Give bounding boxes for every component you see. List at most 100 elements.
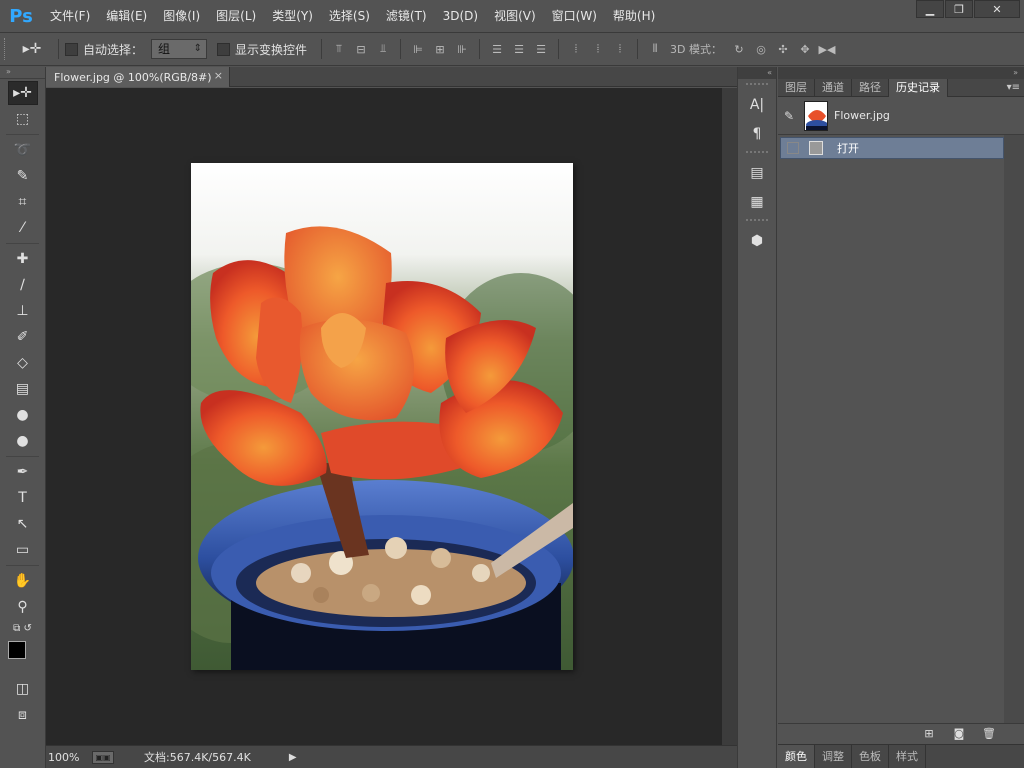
menu-help[interactable]: 帮助(H) xyxy=(605,0,663,32)
align-left-icon[interactable]: ⊫ xyxy=(407,38,429,60)
status-menu-arrow-icon[interactable]: ▶ xyxy=(289,752,297,763)
menu-window[interactable]: 窗口(W) xyxy=(544,0,605,32)
tab-channels[interactable]: 通道 xyxy=(815,79,852,97)
3d-slide-icon[interactable]: ✥ xyxy=(794,38,816,60)
quick-mask-icon[interactable]: ◫ xyxy=(8,677,38,701)
distribute-bottom-icon[interactable]: ☰ xyxy=(530,38,552,60)
lasso-tool-icon[interactable]: ➰ xyxy=(8,138,38,162)
tab-styles[interactable]: 样式 xyxy=(889,745,926,768)
pen-tool-icon[interactable]: ✒ xyxy=(8,460,38,484)
quick-select-tool-icon[interactable]: ✎ xyxy=(8,164,38,188)
minimize-button[interactable]: ▁ xyxy=(916,0,944,18)
tab-swatches[interactable]: 色板 xyxy=(852,745,889,768)
info-panel-icon[interactable]: ▤ xyxy=(743,160,771,186)
history-scrollbar[interactable] xyxy=(1004,135,1024,723)
paragraph-panel-icon[interactable]: ¶ xyxy=(743,121,771,147)
character-panel-icon[interactable]: A| xyxy=(743,92,771,118)
rectangle-tool-icon[interactable]: ▭ xyxy=(8,538,38,562)
type-tool-icon[interactable]: T xyxy=(8,486,38,510)
history-brush-source-icon[interactable]: ✎ xyxy=(784,109,800,123)
divider xyxy=(58,39,59,59)
move-tool-icon[interactable]: ▸✛ xyxy=(7,81,38,105)
healing-brush-tool-icon[interactable]: ✚ xyxy=(8,247,38,271)
gradient-tool-icon[interactable]: ▤ xyxy=(8,377,38,401)
document-image[interactable] xyxy=(191,163,573,670)
3d-roll-icon[interactable]: ◎ xyxy=(750,38,772,60)
clone-stamp-tool-icon[interactable]: ⊥ xyxy=(8,299,38,323)
move-tool-icon[interactable]: ▸✛ xyxy=(12,37,52,61)
menu-edit[interactable]: 编辑(E) xyxy=(98,0,155,32)
close-tab-icon[interactable]: × xyxy=(214,69,223,82)
canvas-area[interactable] xyxy=(46,88,722,745)
auto-select-checkbox[interactable] xyxy=(65,42,78,56)
strip-collapse-icon[interactable]: « xyxy=(738,67,776,79)
screen-mode-icon[interactable]: ⧈ xyxy=(8,703,38,727)
distribute-right-icon[interactable]: ⦙ xyxy=(609,38,631,60)
show-transform-checkbox[interactable] xyxy=(217,42,231,56)
strip-grip[interactable] xyxy=(746,151,768,157)
history-item-open[interactable]: 打开 xyxy=(780,137,1004,159)
menu-filter[interactable]: 滤镜(T) xyxy=(378,0,435,32)
color-swatches[interactable] xyxy=(6,639,40,673)
align-hcenter-icon[interactable]: ⊞ xyxy=(429,38,451,60)
auto-align-icon[interactable]: ⫴ xyxy=(644,38,666,60)
menu-select[interactable]: 选择(S) xyxy=(321,0,378,32)
canvas-vertical-scrollbar[interactable] xyxy=(722,88,737,745)
distribute-left-icon[interactable]: ⦙ xyxy=(565,38,587,60)
tab-paths[interactable]: 路径 xyxy=(852,79,889,97)
strip-grip[interactable] xyxy=(746,83,768,89)
distribute-vcenter-icon[interactable]: ☰ xyxy=(508,38,530,60)
zoom-level[interactable]: 100% xyxy=(46,751,92,764)
foreground-color[interactable] xyxy=(7,641,26,659)
tab-layers[interactable]: 图层 xyxy=(778,79,815,97)
3d-scale-icon[interactable]: ▶◀ xyxy=(816,38,838,60)
menu-layer[interactable]: 图层(L) xyxy=(208,0,264,32)
align-top-icon[interactable]: ⫪ xyxy=(328,38,350,60)
crop-tool-icon[interactable]: ⌗ xyxy=(8,190,38,214)
align-bottom-icon[interactable]: ⫫ xyxy=(372,38,394,60)
auto-select-dropdown[interactable]: 组 xyxy=(151,39,208,59)
close-button[interactable]: ✕ xyxy=(974,0,1020,18)
marquee-tool-icon[interactable]: ⬚ xyxy=(8,107,38,131)
path-select-tool-icon[interactable]: ↖ xyxy=(8,512,38,536)
eyedropper-tool-icon[interactable]: ⁄ xyxy=(8,216,38,240)
blur-tool-icon[interactable]: ● xyxy=(8,403,38,427)
dodge-tool-icon[interactable]: ● xyxy=(8,429,38,453)
distribute-hcenter-icon[interactable]: ⦙ xyxy=(587,38,609,60)
status-preview-icon[interactable]: ▣▣ xyxy=(92,750,114,764)
align-vcenter-icon[interactable]: ⊟ xyxy=(350,38,372,60)
menu-view[interactable]: 视图(V) xyxy=(486,0,544,32)
eraser-tool-icon[interactable]: ◇ xyxy=(8,351,38,375)
3d-rotate-icon[interactable]: ↻ xyxy=(728,38,750,60)
delete-trash-icon[interactable]: 🗑 xyxy=(978,726,1000,742)
3d-drag-icon[interactable]: ✣ xyxy=(772,38,794,60)
strip-grip[interactable] xyxy=(746,219,768,225)
panel-collapse-icon[interactable]: » xyxy=(778,67,1024,79)
tab-history[interactable]: 历史记录 xyxy=(889,79,948,97)
maximize-button[interactable]: ❐ xyxy=(945,0,973,18)
hand-tool-icon[interactable]: ✋ xyxy=(8,569,38,593)
panel-tabs: 图层 通道 路径 历史记录 ▾≡ xyxy=(778,79,1024,97)
panel-menu-icon[interactable]: ▾≡ xyxy=(1007,79,1020,97)
menu-image[interactable]: 图像(I) xyxy=(155,0,208,32)
toolbar-collapse-icon[interactable]: » xyxy=(0,67,45,79)
3d-panel-icon[interactable]: ⬢ xyxy=(743,228,771,254)
menu-3d[interactable]: 3D(D) xyxy=(435,0,486,32)
new-document-from-state-icon[interactable]: ⊞ xyxy=(918,726,940,742)
zoom-tool-icon[interactable]: ⚲ xyxy=(8,595,38,619)
notes-panel-icon[interactable]: ▦ xyxy=(743,189,771,215)
history-brush-tool-icon[interactable]: ✐ xyxy=(8,325,38,349)
document-tab[interactable]: Flower.jpg @ 100%(RGB/8#) × xyxy=(46,67,230,87)
history-snapshot[interactable]: ✎ Flower.jpg xyxy=(778,97,1024,135)
options-grip[interactable] xyxy=(4,38,12,60)
new-snapshot-camera-icon[interactable]: ◙ xyxy=(948,726,970,742)
tab-adjustments[interactable]: 调整 xyxy=(815,745,852,768)
menu-file[interactable]: 文件(F) xyxy=(42,0,98,32)
tab-color[interactable]: 颜色 xyxy=(778,745,815,768)
distribute-top-icon[interactable]: ☰ xyxy=(486,38,508,60)
align-right-icon[interactable]: ⊪ xyxy=(451,38,473,60)
brush-tool-icon[interactable]: ∕ xyxy=(8,273,38,297)
menu-type[interactable]: 类型(Y) xyxy=(264,0,321,32)
history-item-checkbox[interactable] xyxy=(787,142,799,154)
swap-colors-icon[interactable]: ⧉ ↺ xyxy=(8,621,38,635)
